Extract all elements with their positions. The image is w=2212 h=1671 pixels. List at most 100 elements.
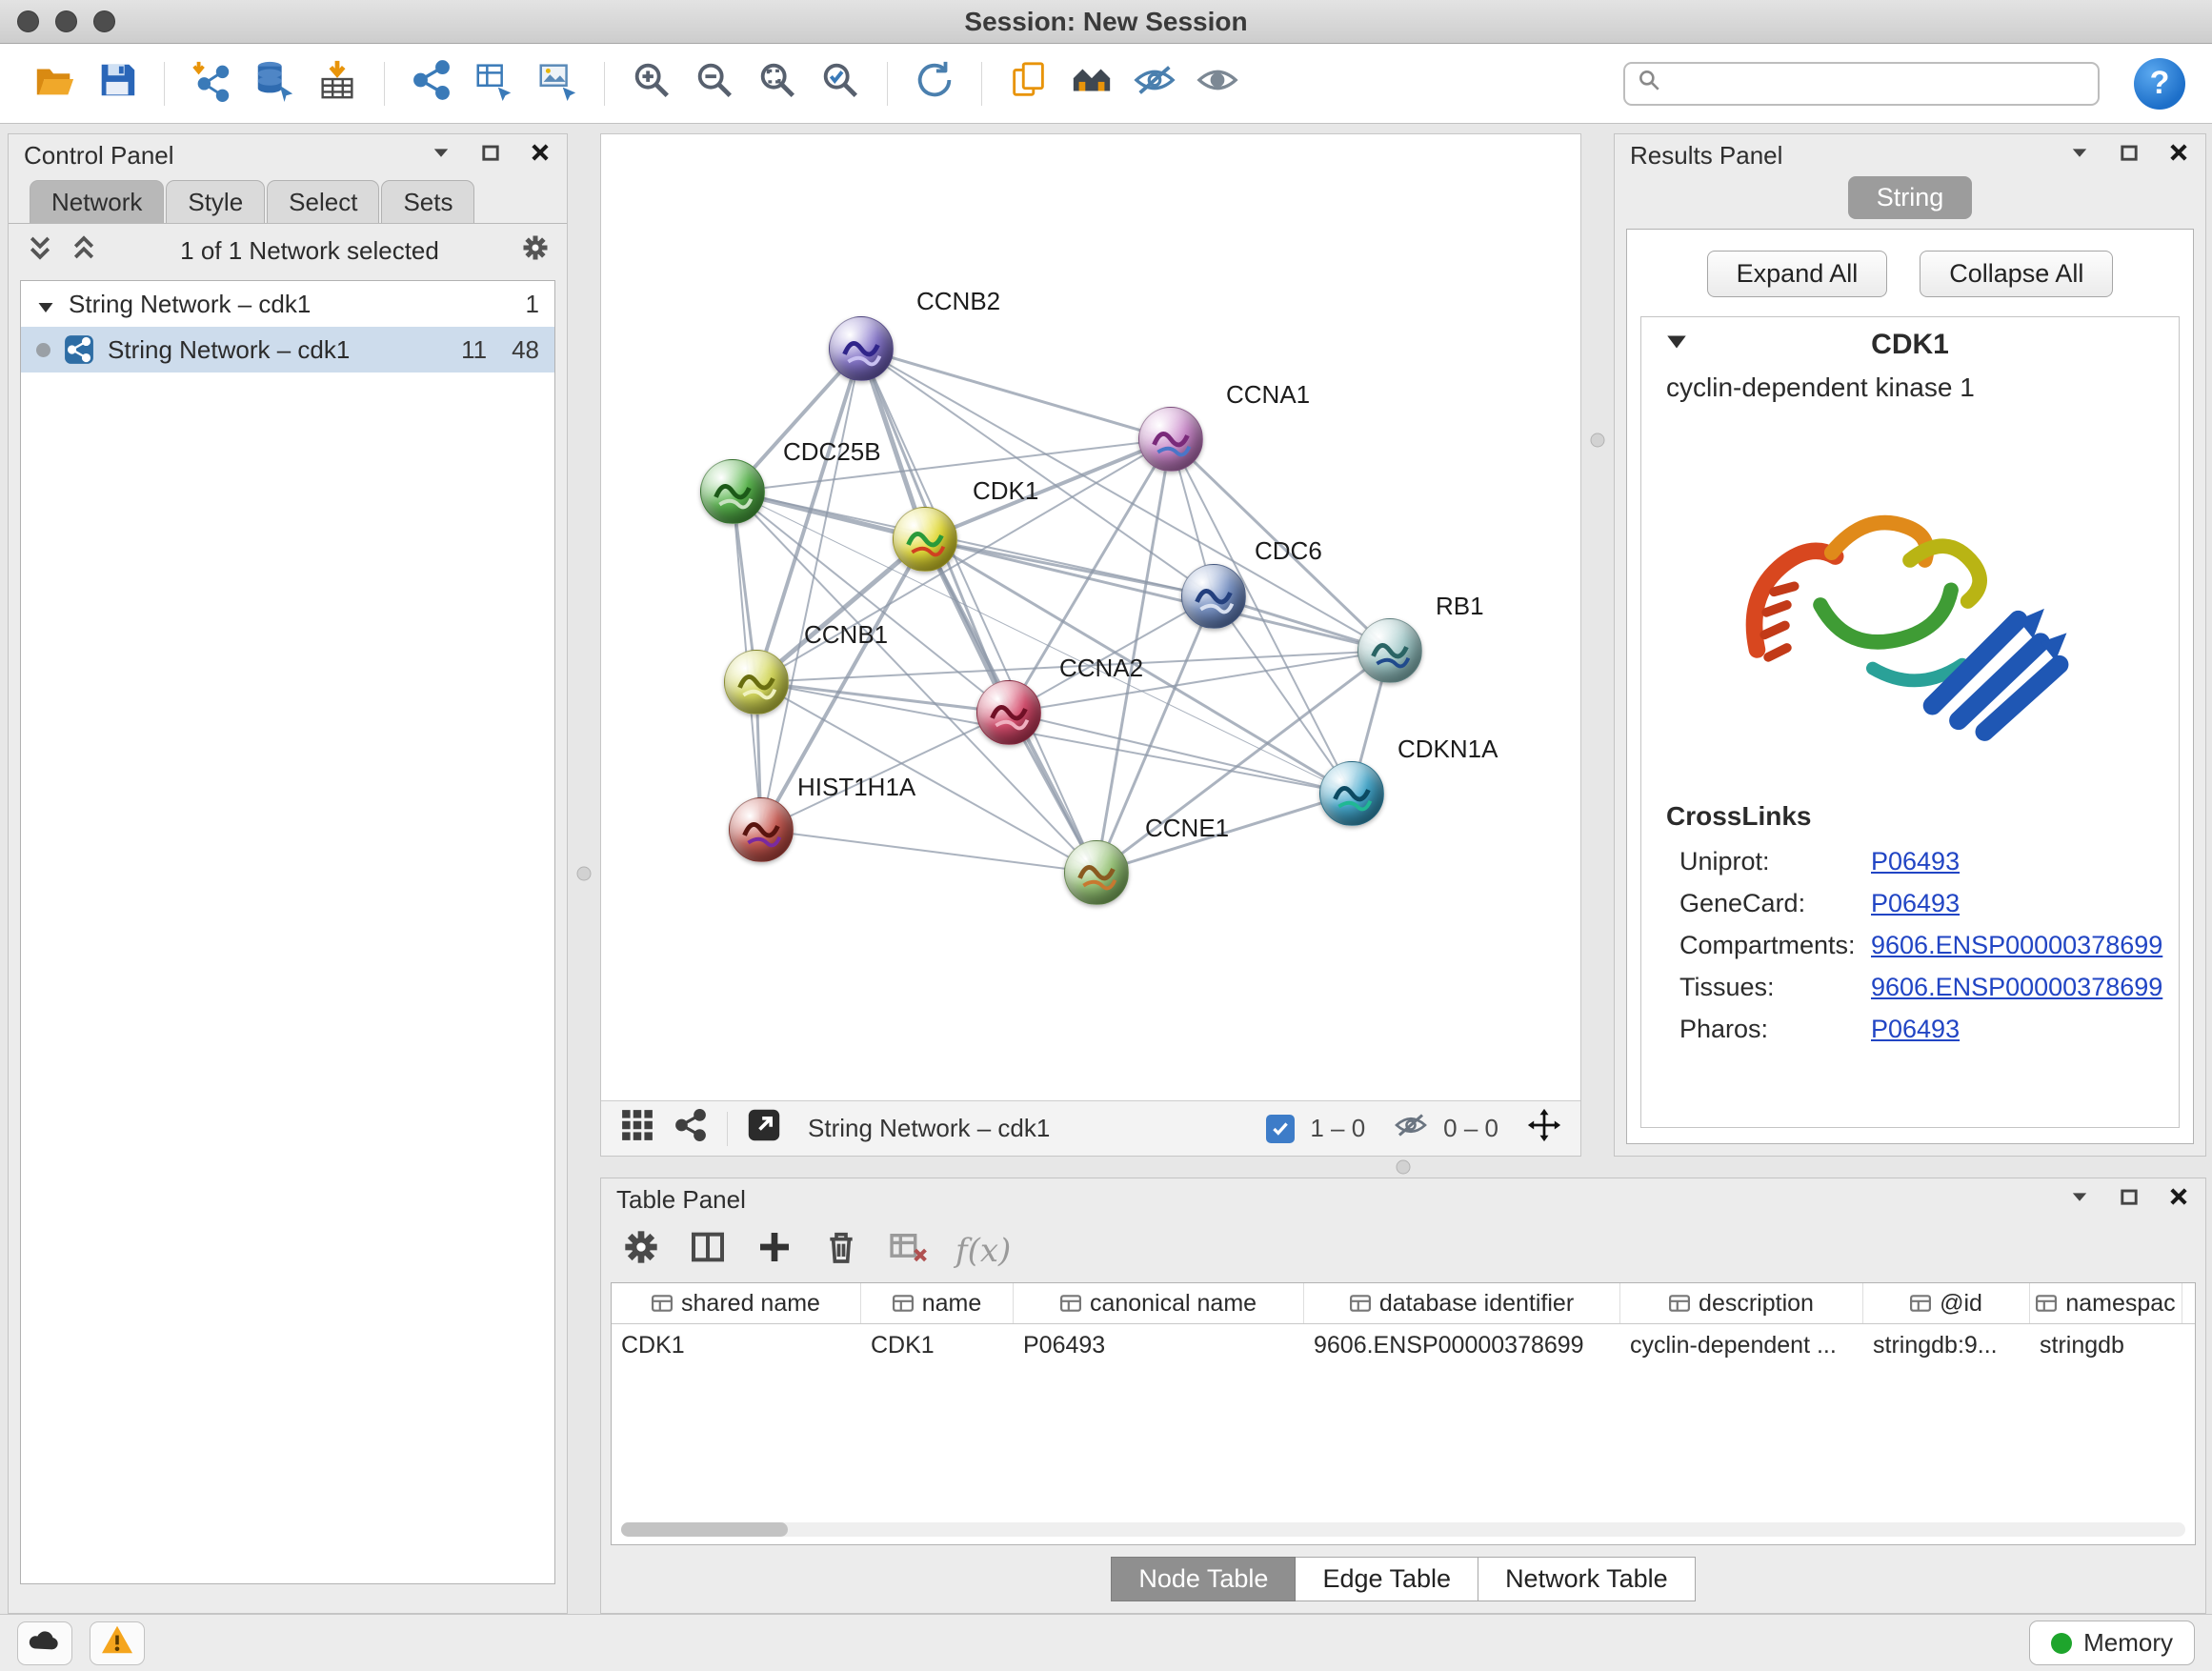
minimize-window-button[interactable] — [55, 10, 77, 32]
network-share-view-icon[interactable] — [674, 1108, 708, 1149]
table-settings-gear-icon[interactable] — [622, 1228, 660, 1273]
pan-crosshair-icon[interactable] — [1527, 1108, 1561, 1149]
tab-network[interactable]: Network — [30, 180, 164, 223]
show-all-button[interactable] — [1190, 55, 1245, 112]
close-panel-icon[interactable] — [2167, 141, 2190, 171]
collection-expand-icon[interactable] — [36, 294, 55, 313]
table-header-row: shared namename canonical name database id… — [612, 1283, 2195, 1324]
network-node-cdc6[interactable] — [1181, 564, 1246, 629]
column-header-label: canonical name — [1090, 1290, 1257, 1318]
crosslink-link[interactable]: 9606.ENSP00000378699 — [1871, 973, 2162, 1002]
node-label-ccnb1: CCNB1 — [804, 620, 888, 650]
grid-view-icon[interactable] — [620, 1108, 654, 1149]
export-network-button[interactable] — [467, 55, 522, 112]
protein-description: cyclin-dependent kinase 1 — [1641, 367, 2179, 413]
close-panel-icon[interactable] — [2167, 1185, 2190, 1215]
tab-select[interactable]: Select — [267, 180, 379, 223]
crosslink-link[interactable]: P06493 — [1871, 1015, 1960, 1044]
show-columns-icon[interactable] — [689, 1228, 727, 1273]
expand-all-networks-icon[interactable] — [70, 233, 98, 269]
network-node-cdk1[interactable] — [893, 507, 957, 572]
network-node-hist1h1a[interactable] — [729, 797, 794, 862]
column-header-namespac[interactable]: namespac — [2030, 1283, 2182, 1323]
right-splitter[interactable] — [1581, 133, 1614, 1157]
apply-layout-button[interactable] — [907, 55, 962, 112]
protein-collapse-icon[interactable] — [1664, 330, 1689, 361]
network-node-ccna2[interactable] — [976, 680, 1041, 745]
panel-menu-icon[interactable] — [2068, 1185, 2091, 1215]
float-panel-icon[interactable] — [2118, 141, 2141, 171]
function-builder-button[interactable]: f(x) — [955, 1232, 1011, 1270]
panel-menu-icon[interactable] — [430, 141, 452, 171]
selected-nodes-checkbox[interactable] — [1266, 1115, 1295, 1143]
maximize-window-button[interactable] — [93, 10, 115, 32]
network-node-ccnb2[interactable] — [829, 316, 894, 381]
hidden-eye-slash-icon[interactable] — [1394, 1108, 1428, 1149]
float-panel-icon[interactable] — [479, 141, 502, 171]
clone-network-button[interactable] — [404, 55, 459, 112]
network-node-ccne1[interactable] — [1064, 840, 1129, 905]
hide-selected-button[interactable] — [1127, 55, 1182, 112]
network-node-cdc25b[interactable] — [700, 459, 765, 524]
add-column-icon[interactable] — [755, 1228, 794, 1273]
tab-edge-table[interactable]: Edge Table — [1296, 1557, 1478, 1601]
collapse-all-networks-icon[interactable] — [26, 233, 54, 269]
tab-node-table[interactable]: Node Table — [1111, 1557, 1296, 1601]
tab-style[interactable]: Style — [166, 180, 265, 223]
open-session-button[interactable] — [27, 55, 82, 112]
float-panel-icon[interactable] — [2118, 1185, 2141, 1215]
network-options-gear-icon[interactable] — [521, 233, 550, 269]
bottom-splitter[interactable] — [600, 1157, 2206, 1178]
crosslink-link[interactable]: 9606.ENSP00000378699 — [1871, 931, 2162, 960]
panel-menu-icon[interactable] — [2068, 141, 2091, 171]
column-header--id[interactable]: @id — [1863, 1283, 2030, 1323]
import-network-file-button[interactable] — [184, 55, 239, 112]
export-image-button[interactable] — [530, 55, 585, 112]
network-canvas[interactable]: CCNB2CCNA1CDC25BCDK1CDC6RB1CCNB1CCNA2CDK… — [601, 134, 1580, 1100]
crosslink-link[interactable]: P06493 — [1871, 847, 1960, 876]
status-bar: Memory — [0, 1614, 2212, 1671]
tab-network-table[interactable]: Network Table — [1478, 1557, 1696, 1601]
tab-sets[interactable]: Sets — [381, 180, 474, 223]
crosslink-link[interactable]: P06493 — [1871, 889, 1960, 918]
warnings-button[interactable] — [90, 1621, 145, 1665]
selected-counter: 1 – 0 — [1310, 1114, 1365, 1143]
column-header-database-identifier[interactable]: database identifier — [1304, 1283, 1620, 1323]
network-row[interactable]: String Network – cdk1 11 48 — [21, 327, 554, 372]
network-node-cdkn1a[interactable] — [1319, 761, 1384, 826]
zoom-fit-button[interactable] — [750, 55, 805, 112]
save-session-button[interactable] — [90, 55, 145, 112]
column-header-description[interactable]: description — [1620, 1283, 1863, 1323]
import-network-database-button[interactable] — [247, 55, 302, 112]
expand-all-button[interactable]: Expand All — [1707, 251, 1888, 297]
network-node-ccna1[interactable] — [1138, 407, 1203, 472]
first-neighbors-button[interactable] — [1064, 55, 1119, 112]
tab-string[interactable]: String — [1848, 176, 1973, 219]
zoom-selected-button[interactable] — [813, 55, 868, 112]
table-horizontal-scrollbar[interactable] — [621, 1522, 2185, 1537]
delete-column-trash-icon[interactable] — [822, 1228, 860, 1273]
open-in-window-icon[interactable] — [747, 1108, 781, 1149]
network-collection-row[interactable]: String Network – cdk1 1 — [21, 281, 554, 327]
table-row[interactable]: CDK1CDK1P064939606.ENSP00000378699cyclin… — [612, 1324, 2195, 1365]
scrollbar-thumb[interactable] — [621, 1522, 788, 1537]
search-input[interactable] — [1671, 69, 2086, 98]
zoom-in-button[interactable] — [624, 55, 679, 112]
memory-button[interactable]: Memory — [2029, 1621, 2195, 1665]
cloud-button[interactable] — [17, 1621, 72, 1665]
network-node-rb1[interactable] — [1357, 618, 1422, 683]
copy-annotation-button[interactable] — [1001, 55, 1056, 112]
network-node-ccnb1[interactable] — [724, 650, 789, 715]
close-window-button[interactable] — [17, 10, 39, 32]
column-header-name[interactable]: name — [861, 1283, 1014, 1323]
open-folder-icon — [32, 58, 76, 109]
help-button[interactable]: ? — [2134, 58, 2185, 110]
column-header-canonical-name[interactable]: canonical name — [1014, 1283, 1304, 1323]
zoom-out-button[interactable] — [687, 55, 742, 112]
left-splitter[interactable] — [568, 133, 600, 1614]
close-panel-icon[interactable] — [529, 141, 552, 171]
collapse-all-button[interactable]: Collapse All — [1920, 251, 2113, 297]
import-table-button[interactable] — [310, 55, 365, 112]
delete-table-icon[interactable] — [889, 1228, 927, 1273]
column-header-shared-name[interactable]: shared name — [612, 1283, 861, 1323]
